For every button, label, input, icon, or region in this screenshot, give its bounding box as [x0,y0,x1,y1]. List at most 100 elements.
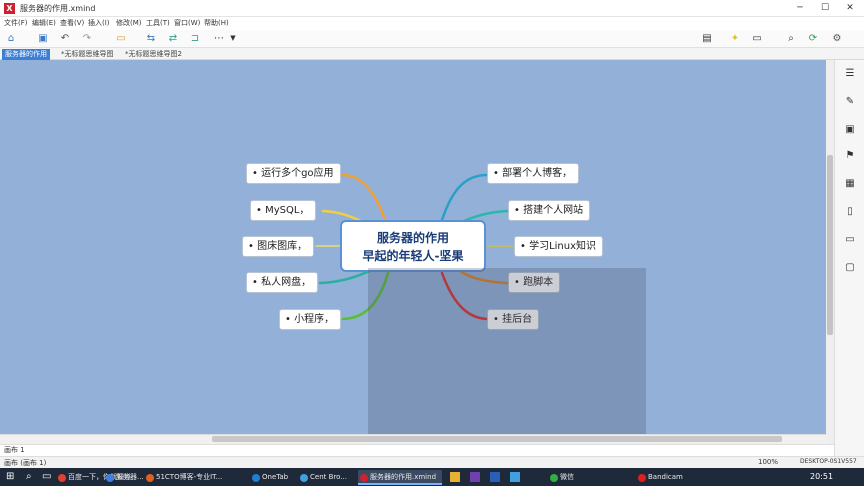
image-icon[interactable]: ▦ [844,178,856,190]
topic-label: 图床图库， [257,241,308,252]
menu-file[interactable]: 文件(F) [4,18,28,28]
topic-left-5[interactable]: • 小程序， [279,309,342,330]
close-button[interactable]: ✕ [842,2,858,14]
more-icon[interactable]: ⋯ [212,32,226,45]
idea-icon[interactable]: ✦ [728,32,742,45]
xmind-icon [360,474,368,482]
vscode-icon[interactable] [470,472,480,482]
browser-icon [146,474,154,482]
tab-server-purpose[interactable]: 服务器的作用 [2,49,50,60]
relationship-icon[interactable]: ⇄ [166,32,180,45]
topic-icon[interactable]: ▭ [114,32,128,45]
taskbar-item-51cto[interactable]: 51CTO博客-专业IT... [144,470,230,485]
central-topic[interactable]: 服务器的作用 早起的年轻人-坚果 [340,220,486,272]
format-icon[interactable]: ✎ [844,96,856,108]
xmind-icon: X [4,3,15,14]
window-title: 服务器的作用.xmind [20,4,96,13]
branch-left-1 [341,173,387,222]
taskbar-label: Bandicam [648,473,683,481]
presentation-icon[interactable]: ▭ [750,32,764,45]
marker-icon[interactable]: ⚑ [844,150,856,162]
browser-icon [300,474,308,482]
menu-help[interactable]: 帮助(H) [204,18,229,28]
status-bar [0,456,864,468]
title-bar: X 服务器的作用.xmind ─ ☐ ✕ [0,0,864,17]
taskbar-item-bandicam[interactable]: Bandicam [636,470,686,485]
topic-label: MySQL， [265,205,310,216]
menu-tools[interactable]: 工具(T) [146,18,170,28]
wechat-icon [550,474,558,482]
save-icon[interactable]: ▣ [36,32,50,45]
redo-icon[interactable]: ↷ [80,32,94,45]
dropdown-icon[interactable]: ▼ [226,32,240,45]
taskbar-item-cent[interactable]: Cent Bro... [298,470,356,485]
topic-left-3[interactable]: • 图床图库， [242,236,315,257]
undo-icon[interactable]: ↶ [58,32,72,45]
task-icon[interactable]: ▢ [844,262,856,274]
icons-icon[interactable]: ▣ [844,124,856,136]
central-topic-line2: 早起的年轻人-坚果 [362,249,464,263]
app-icon[interactable] [510,472,520,482]
style-icon[interactable]: ▤ [700,32,714,45]
browser-icon [58,474,66,482]
taskbar-item-onetab[interactable]: OneTab [250,470,298,485]
central-topic-line1: 服务器的作用 [376,231,449,245]
sheet-bar [0,444,834,456]
taskbar-item-wechat[interactable]: 微信 [548,470,594,485]
maximize-button[interactable]: ☐ [817,2,833,14]
branch-right-1 [440,173,489,222]
zoom-level[interactable]: 100% [758,458,778,466]
home-icon[interactable]: ⌂ [4,32,18,45]
task-view-icon[interactable]: ▭ [42,471,54,483]
taskbar-item-server[interactable]: 服务器... [104,470,144,485]
folder-icon[interactable] [450,472,460,482]
note-icon[interactable]: ▯ [844,206,856,218]
sheet-tab[interactable]: 画布 1 [4,445,25,455]
search-icon[interactable]: ⌕ [26,471,38,483]
share-icon[interactable]: ⟳ [806,32,820,45]
comment-icon[interactable]: ▭ [844,234,856,246]
taskbar-label: OneTab [262,473,289,481]
topic-label: 运行多个go应用 [261,168,334,179]
topic-label: 小程序， [294,314,335,325]
status-text: 画布 (画布 1) [4,459,47,467]
taskbar-label: Cent Bro... [310,473,347,481]
topic-left-2[interactable]: • MySQL， [250,200,317,221]
right-panel [834,60,864,456]
vertical-scroll-thumb[interactable] [827,155,833,335]
menu-edit[interactable]: 编辑(E) [32,18,56,28]
taskbar-clock[interactable]: 20:51 [810,472,833,481]
windows-start-icon[interactable]: ⊞ [6,471,18,483]
topic-right-2[interactable]: • 搭建个人网站 [508,200,591,221]
topic-left-1[interactable]: • 运行多个go应用 [246,163,341,184]
menu-view[interactable]: 查看(V) [60,18,84,28]
minimize-button[interactable]: ─ [792,2,808,14]
topic-label: 私人网盘， [261,277,312,288]
settings-icon[interactable]: ⚙ [830,32,844,45]
topic-label: 学习Linux知识 [529,241,597,252]
topic-label: 部署个人博客， [502,168,573,179]
taskbar-label: 服务器的作用.xmind [370,473,437,481]
topic-right-1[interactable]: • 部署个人博客， [487,163,580,184]
browser-icon [252,474,260,482]
menu-bar: 文件(F) 编辑(E) 查看(V) 插入(I) 修改(M) 工具(T) 窗口(W… [0,17,864,30]
topic-right-3[interactable]: • 学习Linux知识 [514,236,604,257]
tab-untitled-2[interactable]: *无标题思维导图2 [122,49,185,60]
outline-icon[interactable]: ☰ [844,68,856,80]
topic-left-4[interactable]: • 私人网盘， [246,272,319,293]
menu-modify[interactable]: 修改(M) [116,18,142,28]
taskbar-label: 微信 [560,473,574,481]
bandicam-icon [638,474,646,482]
hostname-label: DESKTOP-0S1V557 [800,458,857,465]
app-icon [106,474,114,482]
toolbar: ⌂ ▣ ↶ ↷ ▭ ⇆ ⇄ ⊐ ⋯ ▼ ▤ ✦ ▭ ⌕ ⟳ ⚙ [0,30,864,48]
boundary-icon[interactable]: ⊐ [188,32,202,45]
menu-window[interactable]: 窗口(W) [174,18,200,28]
tab-untitled-1[interactable]: *无标题思维导图 [58,49,117,60]
subtopic-icon[interactable]: ⇆ [144,32,158,45]
taskbar-item-xmind[interactable]: 服务器的作用.xmind [358,470,442,485]
word-icon[interactable] [490,472,500,482]
horizontal-scroll-thumb[interactable] [212,436,782,442]
menu-insert[interactable]: 插入(I) [88,18,110,28]
search-icon[interactable]: ⌕ [784,32,798,45]
